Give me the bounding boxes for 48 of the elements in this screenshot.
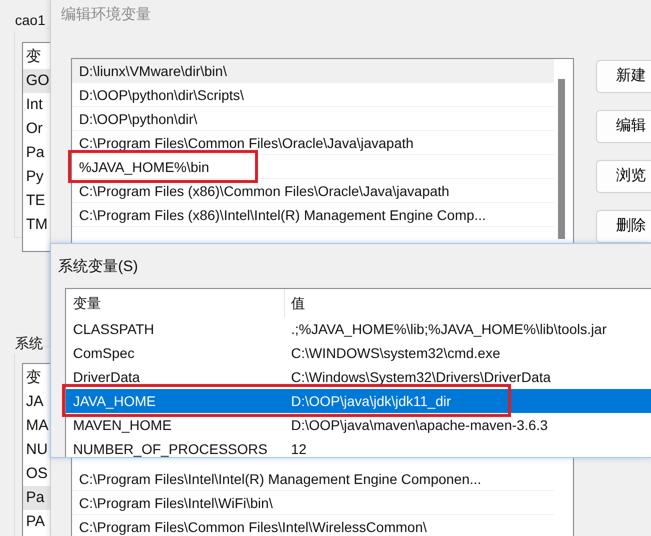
path-item[interactable]: C:\Program Files\Common Files\Intel\WirelessCommon\ [72,515,554,536]
list-item[interactable]: Pa [23,486,50,510]
path-item[interactable]: C:\Program Files\Intel\Intel(R) Management Engine Componen... [72,467,554,491]
list-item[interactable]: Pa [23,141,50,165]
list-item[interactable]: Py [23,165,50,189]
path-item[interactable]: %JAVA_HOME%\bin [72,155,554,179]
dialog-button[interactable]: 浏览 [596,160,651,193]
dialog-button[interactable]: 新建 [596,60,651,93]
column-header[interactable]: 值 [285,289,305,317]
path-item[interactable]: C:\Program Files\Common Files\Oracle\Java\javapath [72,131,554,155]
column-header[interactable]: 变量 [66,289,285,317]
list-item[interactable]: NU [23,438,50,462]
list-item[interactable]: GO [23,69,50,93]
table-cell-text: .;%JAVA_HOME%\lib;%JAVA_HOME%\lib\tools.jar [290,320,607,339]
table-cell-text: CLASSPATH [72,320,156,339]
path-item[interactable]: C:\Program Files (x86)\Common Files\Oracle\Java\javapath [72,179,554,203]
scrollbar-thumb[interactable] [558,79,565,239]
table-cell-text: D:\OOP\java\jdk\jdk11_dir [290,392,452,411]
list-item[interactable]: OS [23,462,50,486]
table-cell-text: DriverData [72,368,141,387]
table-cell-text: MAVEN_HOME [72,416,173,435]
table-cell-text: 12 [290,440,307,457]
list-item[interactable]: TM [23,213,50,237]
table-cell-text: ComSpec [72,344,136,363]
list-item[interactable]: TE [23,189,50,213]
list-item[interactable]: PA [23,510,50,534]
list-item[interactable]: 变 [23,366,50,390]
dialog-button[interactable]: 删除 [596,210,651,243]
path-item[interactable]: C:\Program Files (x86)\Intel\Intel(R) Management Engine Comp... [72,203,554,227]
list-item[interactable]: Or [23,117,50,141]
list-item[interactable]: 变 [23,45,50,69]
window-title: 系统变量(S) [58,257,138,277]
table-cell-text: JAVA_HOME [72,392,157,411]
path-item[interactable]: D:\OOP\python\dir\Scripts\ [72,83,554,107]
path-item[interactable]: D:\OOP\python\dir\ [72,107,554,131]
table-cell-text: D:\OOP\java\maven\apache-maven-3.6.3 [290,416,548,435]
selected-row[interactable]: JAVA_HOME D:\OOP\java\jdk\jdk11_dir [66,389,651,413]
window-title: 编辑环境变量 [61,5,151,25]
list-item[interactable]: MA [23,414,50,438]
group-label: 系统 [14,333,44,354]
dialog-button[interactable]: 编辑 [596,110,651,143]
list-item[interactable]: JA [23,390,50,414]
table-cell-text: C:\Windows\System32\Drivers\DriverData [290,368,551,387]
table-cell-text: NUMBER_OF_PROCESSORS [72,440,268,457]
path-item[interactable]: C:\Program Files\Intel\WiFi\bin\ [72,491,554,515]
path-item[interactable]: D:\liunx\VMware\dir\bin\ [72,59,554,83]
list-item[interactable]: Int [23,93,50,117]
table-cell-text: C:\WINDOWS\system32\cmd.exe [290,344,500,363]
